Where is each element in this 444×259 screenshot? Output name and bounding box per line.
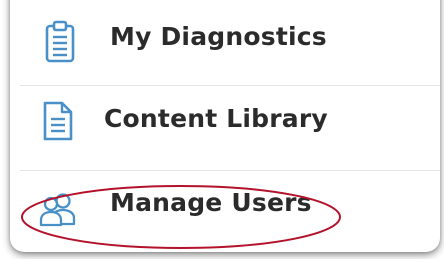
menu-item-content-library[interactable]: Content Library <box>10 86 440 169</box>
menu-item-label: Content Library <box>104 104 328 133</box>
menu-item-manage-users[interactable]: Manage Users <box>10 171 440 252</box>
menu-item-my-diagnostics[interactable]: My Diagnostics <box>10 0 440 84</box>
users-icon <box>38 191 78 227</box>
navigation-menu: My Diagnostics Content Library Manage Us… <box>10 0 440 252</box>
menu-item-label: My Diagnostics <box>110 22 327 51</box>
clipboard-icon <box>44 20 76 64</box>
document-icon <box>42 100 74 142</box>
menu-item-label: Manage Users <box>110 188 312 217</box>
